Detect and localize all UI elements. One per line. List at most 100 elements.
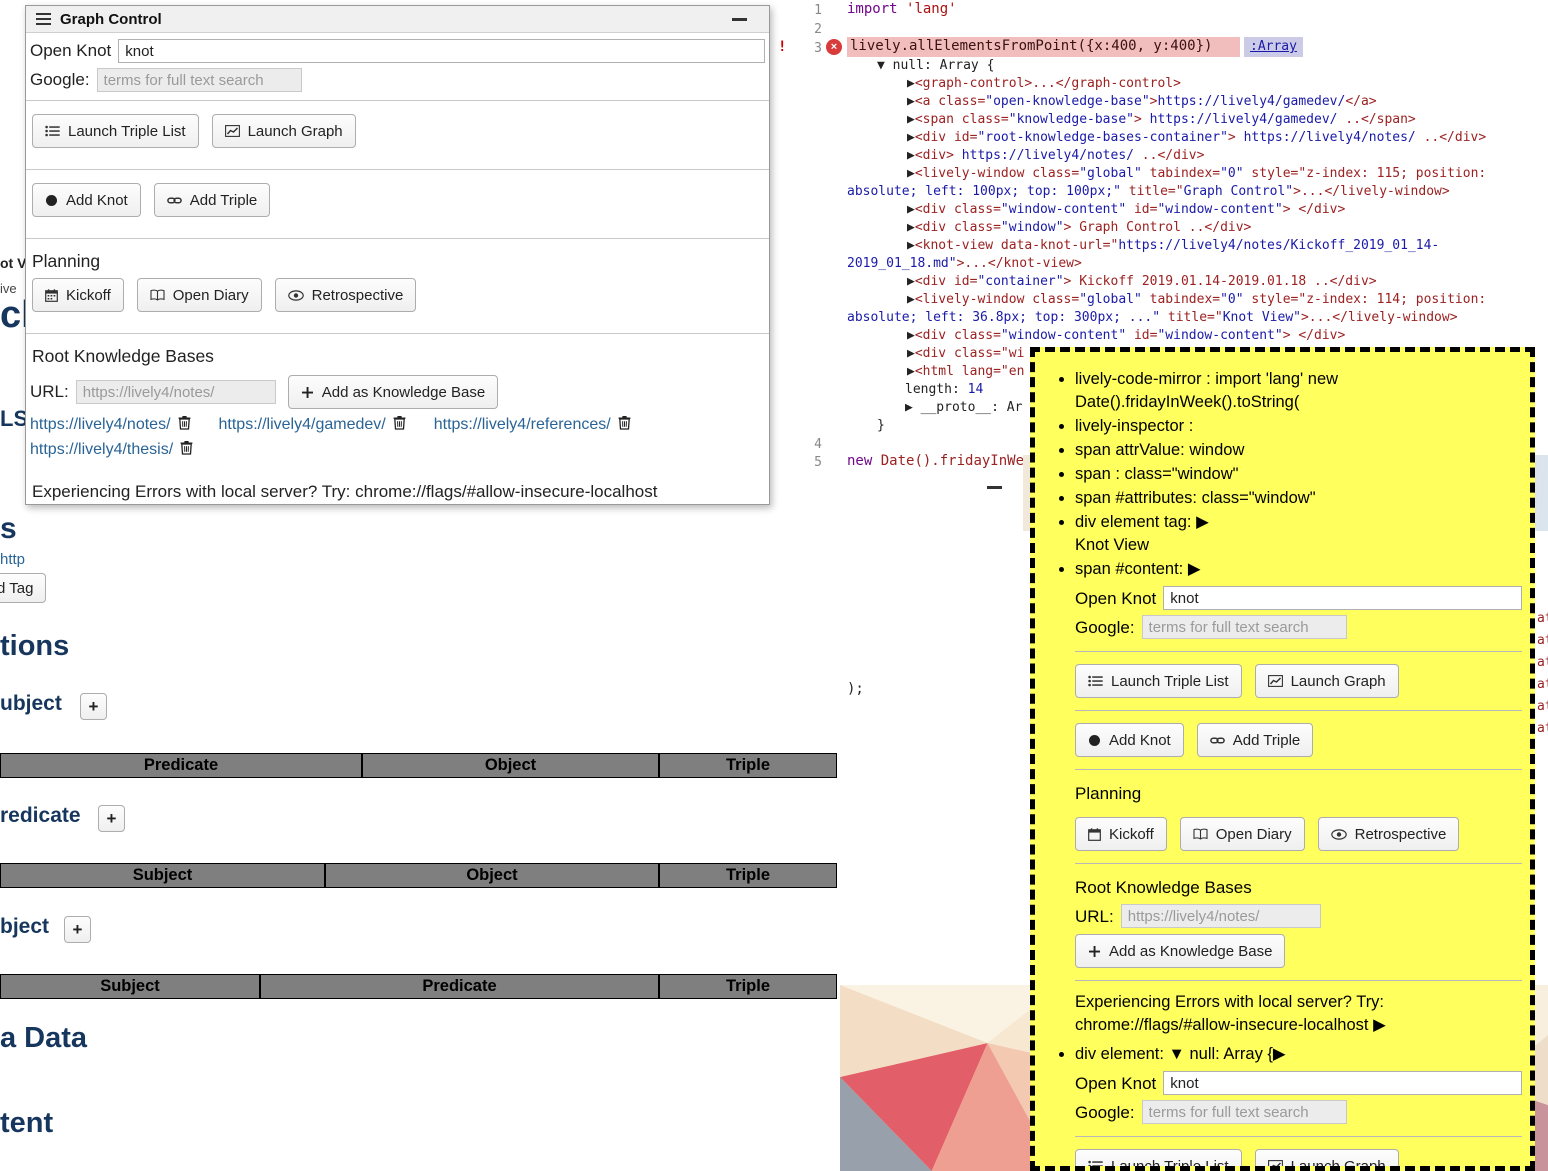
plus-icon [301,386,314,399]
delete-kb-icon[interactable] [393,415,406,435]
table-header-cell: Predicate [0,753,362,778]
overlay-item: lively-inspector : [1075,415,1522,438]
launch-triple-list-button[interactable]: Launch Triple List [32,114,199,148]
eval-result-annotation[interactable]: :Array [1244,37,1303,57]
inspector-node[interactable]: ▼ null: Array { [847,57,1545,75]
table-header-cell: Object [362,753,659,778]
kb-link[interactable]: https://lively4/gamedev/ [219,416,386,434]
overlay-item-expandable[interactable]: span #content: ▶ Open Knot Google: Launc… [1075,558,1522,1037]
inspector-node[interactable]: ▶<div class="window-content" id="window-… [847,327,1545,345]
book-icon [1193,828,1208,840]
overlay-item-expandable[interactable]: div element tag: ▶Knot View [1075,511,1522,557]
delete-kb-icon[interactable] [178,415,191,435]
open-knot-input[interactable] [1163,586,1522,610]
clipped-heading-predicate: redicate [0,804,81,828]
root-kb-section-title: Root Knowledge Bases [1075,876,1522,899]
google-label: Google: [1075,616,1135,639]
inspector-node[interactable]: ▶<div> https://lively4/notes/ ..</div> [847,147,1545,165]
knot-circle-icon [1088,734,1101,747]
open-knot-input[interactable] [1163,1071,1522,1095]
launch-graph-label: Launch Graph [248,123,343,140]
line-number: 2 [788,21,822,39]
inspector-node[interactable]: ▶<div class="window"> Graph Control ..</… [847,219,1545,237]
launch-triple-list-button[interactable]: Launch Triple List [1075,664,1242,698]
window-menu-icon[interactable] [36,13,51,25]
open-diary-button[interactable]: Open Diary [1180,817,1305,851]
overlay-item-expandable[interactable]: div element: ▼ null: Array {▶ Open Knot … [1075,1043,1522,1171]
add-object-button[interactable]: + [64,916,91,943]
clipped-heading-object: bject [0,915,49,939]
minimize-button[interactable] [732,18,747,21]
launch-graph-button[interactable]: Launch Graph [1255,1149,1399,1171]
inspector-node[interactable]: ▶<div class="window-content" id="window-… [847,201,1545,219]
add-predicate-button[interactable]: + [98,805,125,832]
inspector-node[interactable]: absolute; left: 36.8px; top: 300px; ..."… [847,309,1545,327]
retrospective-button[interactable]: Retrospective [275,278,417,312]
embedded-graph-control-2: Open Knot Google: Launch Triple List Lau [1075,1071,1522,1171]
inspector-node[interactable]: ▶<graph-control>...</graph-control> [847,75,1545,93]
open-diary-label: Open Diary [173,287,249,304]
eye-icon [288,290,304,301]
window-title: Graph Control [60,11,162,28]
kb-link[interactable]: https://lively4/notes/ [30,416,171,434]
inspector-node[interactable]: ▶<a class="open-knowledge-base">https://… [847,93,1545,111]
launch-graph-button[interactable]: Launch Graph [1255,664,1399,698]
open-knot-label: Open Knot [30,41,111,61]
list-icon [1088,1160,1103,1171]
open-diary-button[interactable]: Open Diary [137,278,262,312]
retrospective-button[interactable]: Retrospective [1318,817,1460,851]
delete-kb-icon[interactable] [180,440,193,460]
google-search-input[interactable] [1142,615,1347,639]
eval-result-label[interactable]: :Array [1250,39,1297,54]
delete-kb-icon[interactable] [618,415,631,435]
inspector-node[interactable]: ▶<knot-view data-knot-url="https://livel… [847,237,1545,255]
clipped-heading-metadata: a Data [0,1022,87,1055]
code-line-1: import 'lang' [847,1,957,17]
kickoff-button[interactable]: Kickoff [1075,817,1167,851]
add-knot-button[interactable]: Add Knot [32,183,141,217]
list-icon [45,125,60,137]
add-triple-button[interactable]: Add Triple [154,183,271,217]
predicate-triples-table-header: Subject Object Triple [0,863,837,888]
google-search-input[interactable] [97,68,302,92]
add-knowledge-base-button[interactable]: Add as Knowledge Base [1075,934,1285,968]
kb-url-input[interactable] [76,380,276,404]
code-line-6: ); [847,681,864,697]
launch-triple-list-button[interactable]: Launch Triple List [1075,1149,1242,1171]
google-search-input[interactable] [1142,1100,1347,1124]
open-knot-label: Open Knot [1075,587,1156,610]
kb-url-input[interactable] [1121,904,1321,928]
inspector-node[interactable]: ▶<lively-window class="global" tabindex=… [847,165,1545,183]
kb-link-item: https://lively4/notes/ [30,415,191,435]
clipped-heading-relations: tions [0,630,69,663]
retrospective-label: Retrospective [312,287,404,304]
add-triple-button[interactable]: Add Triple [1197,723,1314,757]
clipped-link[interactable]: http [0,551,25,568]
line-number: 5 [788,454,822,472]
graph-control-titlebar[interactable]: Graph Control [26,6,769,33]
kb-link[interactable]: https://lively4/thesis/ [30,441,173,459]
launch-graph-button[interactable]: Launch Graph [212,114,356,148]
knot-view-label: Knot View [1075,534,1522,557]
add-tag-button[interactable]: d Tag [0,573,46,603]
expand-arrow[interactable]: ▶ [1373,1016,1386,1034]
kickoff-label: Kickoff [66,287,111,304]
add-subject-button[interactable]: + [80,693,107,720]
inspector-node[interactable]: ▶<div id="root-knowledge-bases-container… [847,129,1545,147]
table-header-cell: Subject [0,863,325,888]
clipped-heading-s: s [0,512,17,546]
clipped-heading-subject: ubject [0,692,62,716]
inspector-node[interactable]: absolute; left: 100px; top: 100px;" titl… [847,183,1545,201]
inspector-node[interactable]: ▶<span class="knowledge-base"> https://l… [847,111,1545,129]
inspector-node[interactable]: ▶<lively-window class="global" tabindex=… [847,291,1545,309]
kb-link[interactable]: https://lively4/references/ [434,416,611,434]
kickoff-button[interactable]: Kickoff [32,278,124,312]
inspector-node[interactable]: ▶<div id="container"> Kickoff 2019.01.14… [847,273,1545,291]
add-knot-button[interactable]: Add Knot [1075,723,1184,757]
local-server-error-hint: Experiencing Errors with local server? T… [32,482,763,502]
minimize-button-lower-window[interactable] [987,486,1002,489]
book-icon [150,289,165,301]
open-knot-input[interactable] [118,39,765,63]
inspector-node[interactable]: 2019_01_18.md">...</knot-view> [847,255,1545,273]
add-knowledge-base-button[interactable]: Add as Knowledge Base [288,375,498,409]
